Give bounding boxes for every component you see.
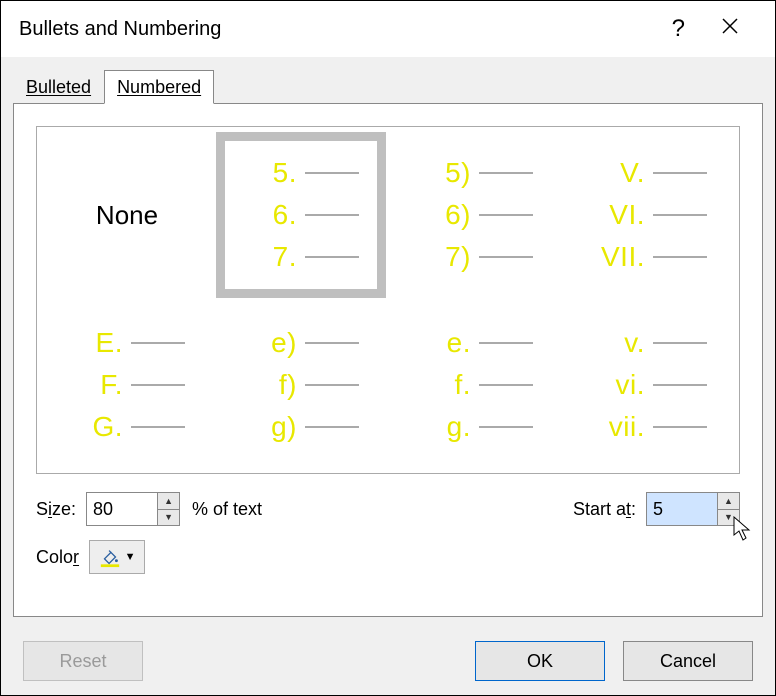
- dialog-footer: Reset OK Cancel: [1, 629, 775, 695]
- gallery-number-sample: V.: [591, 157, 653, 189]
- startat-spinbox[interactable]: ▲ ▼: [646, 492, 740, 526]
- cancel-button[interactable]: Cancel: [623, 641, 753, 681]
- gallery-tile-alpha-lower-period[interactable]: e. f. g.: [390, 302, 560, 468]
- gallery-line-sample: [131, 426, 185, 428]
- dialog-window: Bullets and Numbering ? Bulleted Numbere…: [0, 0, 776, 696]
- gallery-number-sample: VII.: [591, 241, 653, 273]
- gallery-line-sample: [305, 214, 359, 216]
- gallery-number-sample: 6): [417, 199, 479, 231]
- gallery-number-sample: 7.: [243, 241, 305, 273]
- startat-input[interactable]: [647, 493, 717, 525]
- gallery-tile-alpha-upper-period[interactable]: E. F. G.: [42, 302, 212, 468]
- gallery-line-sample: [653, 172, 707, 174]
- tab-panel-numbered: None 5. 6. 7. 5) 6) 7) V. VI. VII. E. F. G. e) f) g) e. f…: [13, 103, 763, 617]
- size-spin-up[interactable]: ▲: [158, 493, 179, 510]
- gallery-line-sample: [479, 256, 533, 258]
- help-button[interactable]: ?: [654, 15, 703, 43]
- close-button[interactable]: [703, 17, 757, 41]
- gallery-number-sample: f.: [417, 369, 479, 401]
- gallery-number-sample: 5.: [243, 157, 305, 189]
- size-suffix: % of text: [192, 499, 262, 520]
- gallery-tile-roman-lower-period[interactable]: v. vi. vii.: [564, 302, 734, 468]
- gallery-line-sample: [479, 214, 533, 216]
- gallery-line-sample: [305, 342, 359, 344]
- gallery-line-sample: [305, 256, 359, 258]
- gallery-line-sample: [305, 172, 359, 174]
- gallery-number-sample: E.: [69, 327, 131, 359]
- gallery-line-sample: [131, 342, 185, 344]
- startat-spin-up[interactable]: ▲: [718, 493, 739, 510]
- gallery-line-sample: [479, 172, 533, 174]
- gallery-number-sample: vi.: [591, 369, 653, 401]
- gallery-tile-alpha-lower-paren[interactable]: e) f) g): [216, 302, 386, 468]
- gallery-number-sample: 7): [417, 241, 479, 273]
- gallery-line-sample: [479, 426, 533, 428]
- size-label: Size:: [36, 499, 76, 520]
- gallery-number-sample: VI.: [591, 199, 653, 231]
- gallery-line-sample: [653, 384, 707, 386]
- gallery-tile-roman-upper-period[interactable]: V. VI. VII.: [564, 132, 734, 298]
- color-label: Color: [36, 547, 79, 568]
- gallery-tile-none[interactable]: None: [42, 132, 212, 298]
- numbering-gallery: None 5. 6. 7. 5) 6) 7) V. VI. VII. E. F. G. e) f) g) e. f…: [36, 126, 740, 474]
- titlebar: Bullets and Numbering ?: [1, 1, 775, 57]
- chevron-down-icon: ▼: [125, 551, 136, 563]
- gallery-line-sample: [653, 256, 707, 258]
- gallery-line-sample: [131, 384, 185, 386]
- tab-strip: Bulleted Numbered: [13, 69, 763, 103]
- gallery-number-sample: 5): [417, 157, 479, 189]
- tab-numbered[interactable]: Numbered: [104, 70, 214, 104]
- controls-row: Size: ▲ ▼ % of text Start at:: [36, 492, 740, 526]
- size-spinbox[interactable]: ▲ ▼: [86, 492, 180, 526]
- gallery-number-sample: 6.: [243, 199, 305, 231]
- tab-numbered-label: Numbered: [117, 77, 201, 97]
- gallery-number-sample: f): [243, 369, 305, 401]
- color-picker-button[interactable]: ▼: [89, 540, 145, 574]
- close-icon: [721, 17, 739, 35]
- startat-spin-down[interactable]: ▼: [718, 510, 739, 526]
- reset-button: Reset: [23, 641, 143, 681]
- startat-spin-buttons: ▲ ▼: [717, 493, 739, 525]
- ok-button[interactable]: OK: [475, 641, 605, 681]
- gallery-line-sample: [305, 426, 359, 428]
- tab-bulleted[interactable]: Bulleted: [13, 70, 104, 103]
- gallery-tile-arabic-period[interactable]: 5. 6. 7.: [216, 132, 386, 298]
- gallery-number-sample: e): [243, 327, 305, 359]
- color-row: Color ▼: [36, 540, 740, 574]
- gallery-line-sample: [653, 426, 707, 428]
- gallery-number-sample: v.: [591, 327, 653, 359]
- gallery-line-sample: [653, 342, 707, 344]
- gallery-tile-arabic-paren[interactable]: 5) 6) 7): [390, 132, 560, 298]
- dialog-body: Bulleted Numbered None5.6.7.5)6)7)V.VI.V…: [1, 57, 775, 629]
- size-input[interactable]: [87, 493, 157, 525]
- gallery-number-sample: G.: [69, 411, 131, 443]
- gallery-line-sample: [653, 214, 707, 216]
- tab-bulleted-label: Bulleted: [26, 77, 91, 97]
- gallery-number-sample: g.: [417, 411, 479, 443]
- size-spin-buttons: ▲ ▼: [157, 493, 179, 525]
- gallery-line-sample: [479, 384, 533, 386]
- startat-label: Start at:: [573, 499, 636, 520]
- gallery-number-sample: vii.: [591, 411, 653, 443]
- gallery-number-sample: g): [243, 411, 305, 443]
- gallery-line-sample: [479, 342, 533, 344]
- size-spin-down[interactable]: ▼: [158, 510, 179, 526]
- dialog-title: Bullets and Numbering: [19, 18, 654, 41]
- paint-bucket-icon: [99, 546, 121, 568]
- gallery-number-sample: e.: [417, 327, 479, 359]
- gallery-number-sample: F.: [69, 369, 131, 401]
- gallery-line-sample: [305, 384, 359, 386]
